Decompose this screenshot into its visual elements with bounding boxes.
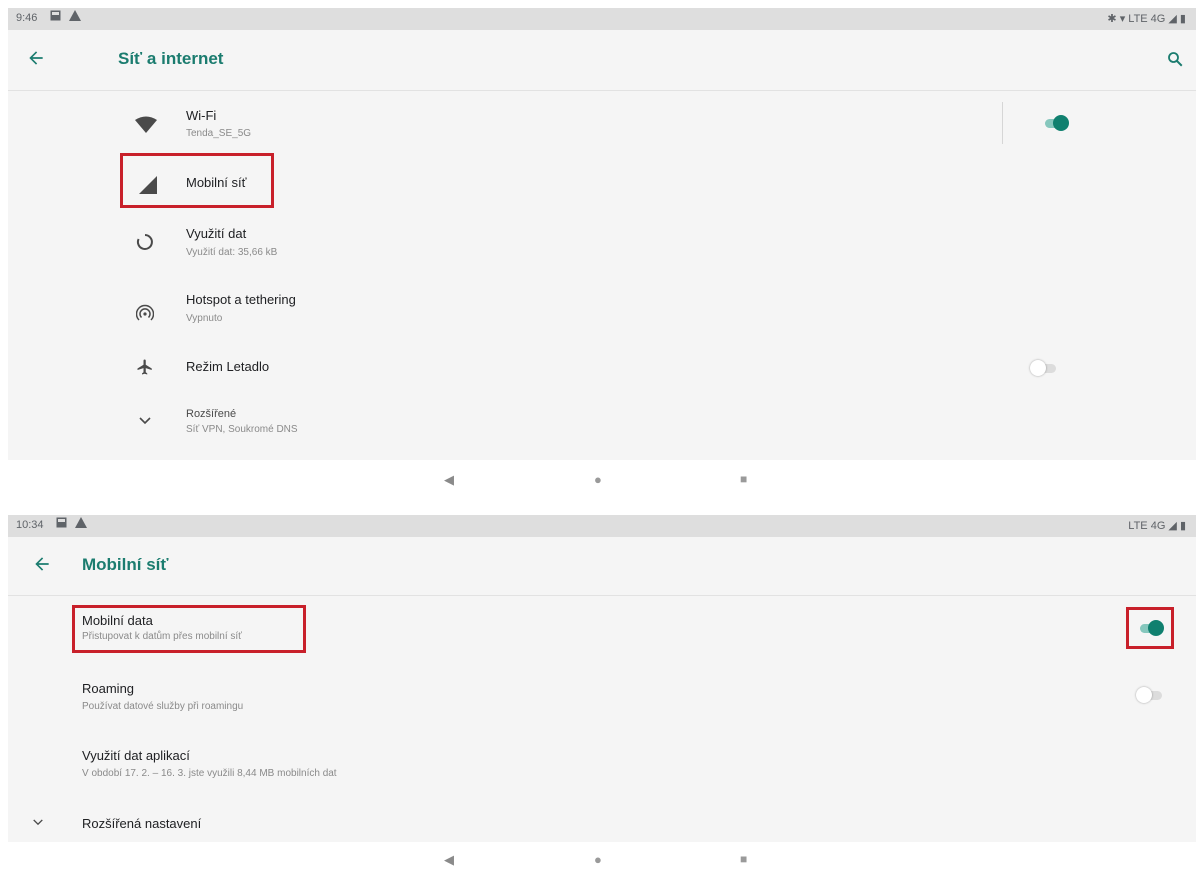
status-time: 9:46 xyxy=(16,12,38,24)
settings-item-data-usage[interactable]: Využití dat Využití dat: 35,66 kB xyxy=(8,214,1196,274)
wifi-toggle[interactable] xyxy=(1041,113,1069,133)
settings-item-hotspot[interactable]: Hotspot a tethering Vypnuto xyxy=(8,282,1196,342)
nav-home-icon[interactable]: ● xyxy=(594,472,602,487)
item-subtitle: Síť VPN, Soukromé DNS xyxy=(186,424,298,435)
navigation-bar: ◀ ● ■ xyxy=(0,462,1204,498)
roaming-toggle[interactable] xyxy=(1136,685,1164,705)
settings-item-roaming[interactable]: Roaming Používat datové služby při roami… xyxy=(8,673,1196,723)
airplane-mode-toggle[interactable] xyxy=(1030,358,1058,378)
highlight-box xyxy=(120,153,274,208)
image-notification-icon xyxy=(56,517,67,528)
mobile-network-screen: 10:34 LTE 4G ◢ ▮ Mobilní síť Mobilní dat… xyxy=(8,515,1196,842)
item-subtitle: Využití dat: 35,66 kB xyxy=(186,247,278,258)
app-bar: Síť a internet xyxy=(8,30,1196,91)
item-title: Režim Letadlo xyxy=(186,359,270,374)
chevron-down-icon xyxy=(139,417,151,425)
nav-recents-icon[interactable]: ■ xyxy=(740,852,747,866)
settings-item-wifi[interactable]: Wi-Fi Tenda_SE_5G xyxy=(8,100,1196,156)
item-title: Roaming xyxy=(82,681,135,696)
status-system-icons: ✱ ▾ LTE 4G ◢ ▮ xyxy=(1107,13,1186,25)
item-title: Využití dat xyxy=(186,226,247,241)
item-title: Wi-Fi xyxy=(186,108,217,123)
status-system-icons: LTE 4G ◢ ▮ xyxy=(1128,520,1186,532)
warning-icon xyxy=(69,10,81,21)
item-title: Rozšířená nastavení xyxy=(82,816,202,831)
settings-item-advanced[interactable]: Rozšířené Síť VPN, Soukromé DNS xyxy=(8,402,1196,452)
network-internet-screen: 9:46 ✱ ▾ LTE 4G ◢ ▮ Síť a internet Wi-Fi… xyxy=(8,8,1196,460)
navigation-bar: ◀ ● ■ xyxy=(0,842,1204,878)
search-icon[interactable] xyxy=(1166,50,1184,68)
data-usage-icon xyxy=(136,234,153,250)
airplane-icon xyxy=(137,359,152,375)
item-subtitle: Vypnuto xyxy=(186,313,223,324)
item-title: Hotspot a tethering xyxy=(186,292,296,307)
page-title: Mobilní síť xyxy=(82,555,169,574)
highlight-box xyxy=(1126,607,1174,649)
nav-back-icon[interactable]: ◀ xyxy=(444,852,454,868)
item-subtitle: Tenda_SE_5G xyxy=(186,128,252,139)
item-title: Využití dat aplikací xyxy=(82,748,190,763)
nav-back-icon[interactable]: ◀ xyxy=(444,472,454,488)
hotspot-icon xyxy=(136,304,154,321)
page-title: Síť a internet xyxy=(118,49,224,68)
status-time: 10:34 xyxy=(16,519,44,531)
status-bar: 9:46 ✱ ▾ LTE 4G ◢ ▮ xyxy=(8,8,1196,30)
item-title: Rozšířené xyxy=(186,408,237,420)
highlight-box xyxy=(72,605,306,653)
settings-item-advanced-settings[interactable]: Rozšířená nastavení xyxy=(8,807,1196,841)
app-bar: Mobilní síť xyxy=(8,537,1196,596)
warning-icon xyxy=(75,517,87,528)
item-subtitle: Používat datové služby při roamingu xyxy=(82,701,244,712)
arrow-back-icon[interactable] xyxy=(32,554,52,574)
settings-item-airplane-mode[interactable]: Režim Letadlo xyxy=(8,348,1196,388)
item-subtitle: V období 17. 2. – 16. 3. jste využili 8,… xyxy=(82,768,337,779)
nav-home-icon[interactable]: ● xyxy=(594,852,602,867)
image-notification-icon xyxy=(50,10,61,21)
wifi-icon xyxy=(135,116,157,133)
divider xyxy=(1002,102,1003,144)
chevron-down-icon xyxy=(33,819,43,826)
nav-recents-icon[interactable]: ■ xyxy=(740,472,747,486)
arrow-back-icon[interactable] xyxy=(26,48,46,68)
settings-item-app-data-usage[interactable]: Využití dat aplikací V období 17. 2. – 1… xyxy=(8,740,1196,790)
status-bar: 10:34 LTE 4G ◢ ▮ xyxy=(8,515,1196,537)
